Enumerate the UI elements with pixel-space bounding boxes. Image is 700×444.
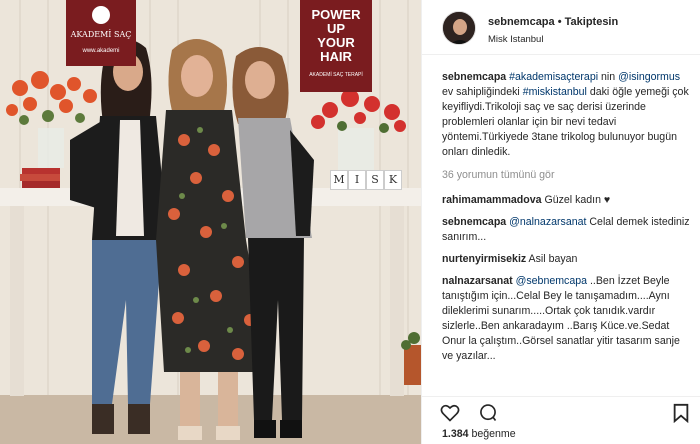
misk-block-m: M (330, 170, 348, 190)
likes-number: 1.384 (442, 428, 469, 440)
comment-username[interactable]: nalnazarsanat (442, 275, 513, 287)
bookmark-icon[interactable] (672, 403, 690, 424)
likes-count[interactable]: 1.384 beğenme (442, 428, 516, 440)
location-link[interactable]: Misk Istanbul (488, 34, 543, 45)
comment-text: Güzel kadın ♥ (541, 194, 611, 206)
view-all-comments-link[interactable]: 36 yorumun tümünü gör (442, 168, 692, 183)
sign-right-small: AKADEMİ SAÇ TERAPİ (309, 72, 363, 78)
avatar-image (443, 12, 475, 44)
header-user: sebnemcapa • Takiptesin (488, 16, 618, 28)
comment-text: Asil bayan (526, 253, 578, 265)
comments-section: sebnemcapa #akademisaçterapi nin @isingo… (442, 70, 692, 371)
comment-icon[interactable] (478, 403, 498, 423)
caption-text-1: nin (598, 71, 619, 83)
comment-username[interactable]: nurtenyirmisekiz (442, 253, 526, 265)
post-header: sebnemcapa • Takiptesin Misk Istanbul (422, 0, 700, 55)
follow-status-button[interactable]: Takiptesin (565, 16, 619, 28)
comment-username[interactable]: rahimamammadova (442, 194, 542, 206)
sign-left-small: www.akademi (82, 48, 120, 54)
sign-left-logo (92, 6, 110, 24)
sign-right-line-4: HAIR (320, 49, 352, 64)
comment: rahimamammadova Güzel kadın ♥ (442, 193, 692, 208)
hashtag-miskistanbul[interactable]: #miskistanbul (523, 86, 587, 98)
comment: nurtenyirmisekiz Asil bayan (442, 252, 692, 267)
action-bar (422, 396, 700, 427)
caption: sebnemcapa #akademisaçterapi nin @isingo… (442, 70, 692, 160)
comment: sebnemcapa @nalnazarsanat Celal demek is… (442, 215, 692, 245)
sign-right-line-3: YOUR (317, 35, 355, 50)
comment-text: ..Ben İzzet Beyle tanıştığım için...Cela… (442, 275, 680, 362)
avatar[interactable] (442, 11, 476, 45)
misk-block-i: I (348, 170, 366, 190)
comment-mention[interactable]: @nalnazarsanat (509, 216, 586, 228)
sign-left: AKADEMİ SAÇ www.akademi (66, 0, 136, 66)
hashtag-akademisacterapi[interactable]: #akademisaçterapi (509, 71, 598, 83)
sign-left-text: AKADEMİ SAÇ (70, 30, 132, 39)
caption-text-2: ev sahipliğindeki (442, 86, 523, 98)
post-sidebar: sebnemcapa • Takiptesin Misk Istanbul se… (421, 0, 700, 444)
heart-icon[interactable] (440, 403, 460, 423)
misk-block-k: K (384, 170, 402, 190)
sign-right-line-1: POWER (311, 7, 361, 22)
sign-right: POWER UP YOUR HAIR AKADEMİ SAÇ TERAPİ (300, 0, 372, 92)
comment-mention[interactable]: @sebnemcapa (516, 275, 587, 287)
header-username[interactable]: sebnemcapa (488, 16, 555, 28)
sign-right-line-2: UP (326, 21, 346, 36)
header-separator: • (554, 16, 565, 28)
post-photo[interactable]: AKADEMİ SAÇ www.akademi POWER UP YOUR HA… (0, 0, 421, 444)
likes-label: beğenme (468, 428, 516, 440)
comment: nalnazarsanat @sebnemcapa ..Ben İzzet Be… (442, 274, 692, 364)
misk-block-s: S (366, 170, 384, 190)
comment-username[interactable]: sebnemcapa (442, 216, 506, 228)
caption-username[interactable]: sebnemcapa (442, 71, 506, 83)
mention-isingormus[interactable]: @isingormus (618, 71, 680, 83)
